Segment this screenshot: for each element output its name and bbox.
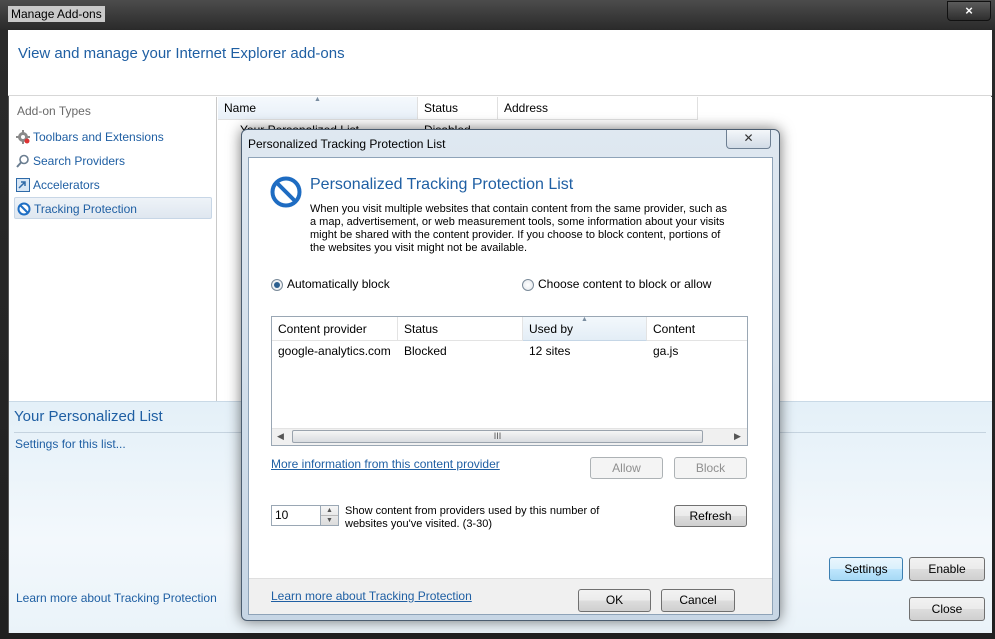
grid-cell-content: ga.js xyxy=(653,344,679,358)
ok-button[interactable]: OK xyxy=(578,589,651,612)
column-header-address[interactable]: Address xyxy=(498,97,698,120)
window-close-button[interactable]: × xyxy=(947,1,991,21)
addon-type-toolbars[interactable]: Toolbars and Extensions xyxy=(14,126,212,148)
settings-button[interactable]: Settings xyxy=(829,557,903,581)
header-band xyxy=(8,30,992,96)
automatically-block-label[interactable]: Automatically block xyxy=(287,277,390,291)
choose-content-label[interactable]: Choose content to block or allow xyxy=(538,277,711,291)
addon-type-tracking-protection[interactable]: Tracking Protection xyxy=(14,197,212,219)
sort-ascending-icon: ▲ xyxy=(314,96,321,103)
grid-header-content[interactable]: Content xyxy=(647,317,747,341)
no-entry-icon xyxy=(270,176,302,208)
learn-more-tracking-link[interactable]: Learn more about Tracking Protection xyxy=(16,591,217,605)
dialog-heading: Personalized Tracking Protection List xyxy=(310,176,574,193)
grid-header-used-by[interactable]: Used by ▲ xyxy=(523,316,647,341)
dialog-title: Personalized Tracking Protection List xyxy=(248,137,446,151)
grid-header-label: Used by xyxy=(529,322,574,336)
spin-down-icon[interactable]: ▼ xyxy=(321,516,338,526)
scroll-left-arrow-icon[interactable]: ◀ xyxy=(272,428,289,445)
refresh-button[interactable]: Refresh xyxy=(674,505,747,527)
column-header-name[interactable]: Name ▲ xyxy=(218,96,418,120)
grid-header-status[interactable]: Status xyxy=(398,317,523,341)
close-button[interactable]: Close xyxy=(909,597,985,621)
column-header-status[interactable]: Status xyxy=(418,97,498,120)
enable-button[interactable]: Enable xyxy=(909,557,985,581)
choose-content-radio[interactable] xyxy=(522,279,534,291)
accelerator-icon xyxy=(16,178,30,192)
addon-type-accelerators[interactable]: Accelerators xyxy=(14,174,212,196)
column-header-label: Name xyxy=(224,101,257,115)
scrollbar-thumb[interactable]: III xyxy=(292,430,703,443)
dialog-description: When you visit multiple websites that co… xyxy=(310,203,727,254)
threshold-spinner[interactable]: ▲ ▼ xyxy=(321,505,339,526)
window-title: Manage Add-ons xyxy=(8,6,105,22)
dialog-close-button[interactable]: ✕ xyxy=(726,130,771,149)
addon-types-heading: Add-on Types xyxy=(17,104,91,118)
addon-type-label: Tracking Protection xyxy=(34,202,137,216)
grid-cell-used-by: 12 sites xyxy=(529,344,571,358)
addon-type-label: Toolbars and Extensions xyxy=(33,130,164,144)
sort-ascending-icon: ▲ xyxy=(581,316,588,323)
header-title: View and manage your Internet Explorer a… xyxy=(18,45,345,62)
threshold-description: Show content from providers used by this… xyxy=(345,505,600,530)
settings-for-list-link[interactable]: Settings for this list... xyxy=(15,437,126,451)
threshold-input[interactable]: 10 xyxy=(271,505,321,526)
allow-button[interactable]: Allow xyxy=(590,457,663,479)
addon-type-search-providers[interactable]: Search Providers xyxy=(14,150,212,172)
scroll-right-arrow-icon[interactable]: ▶ xyxy=(729,428,746,445)
details-title: Your Personalized List xyxy=(14,408,163,425)
search-icon xyxy=(16,154,29,168)
dialog-learn-more-link[interactable]: Learn more about Tracking Protection xyxy=(271,589,472,603)
grid-cell-provider[interactable]: google-analytics.com xyxy=(278,344,391,358)
gear-icon xyxy=(16,130,30,144)
block-button[interactable]: Block xyxy=(674,457,747,479)
spin-up-icon[interactable]: ▲ xyxy=(321,506,338,516)
addon-type-label: Accelerators xyxy=(33,178,100,192)
no-entry-icon xyxy=(17,202,31,216)
grid-header-provider[interactable]: Content provider xyxy=(272,317,398,341)
grid-cell-status: Blocked xyxy=(404,344,447,358)
addon-type-label: Search Providers xyxy=(33,154,126,168)
more-info-provider-link[interactable]: More information from this content provi… xyxy=(271,457,500,471)
cancel-button[interactable]: Cancel xyxy=(661,589,735,612)
automatically-block-radio[interactable] xyxy=(271,279,283,291)
